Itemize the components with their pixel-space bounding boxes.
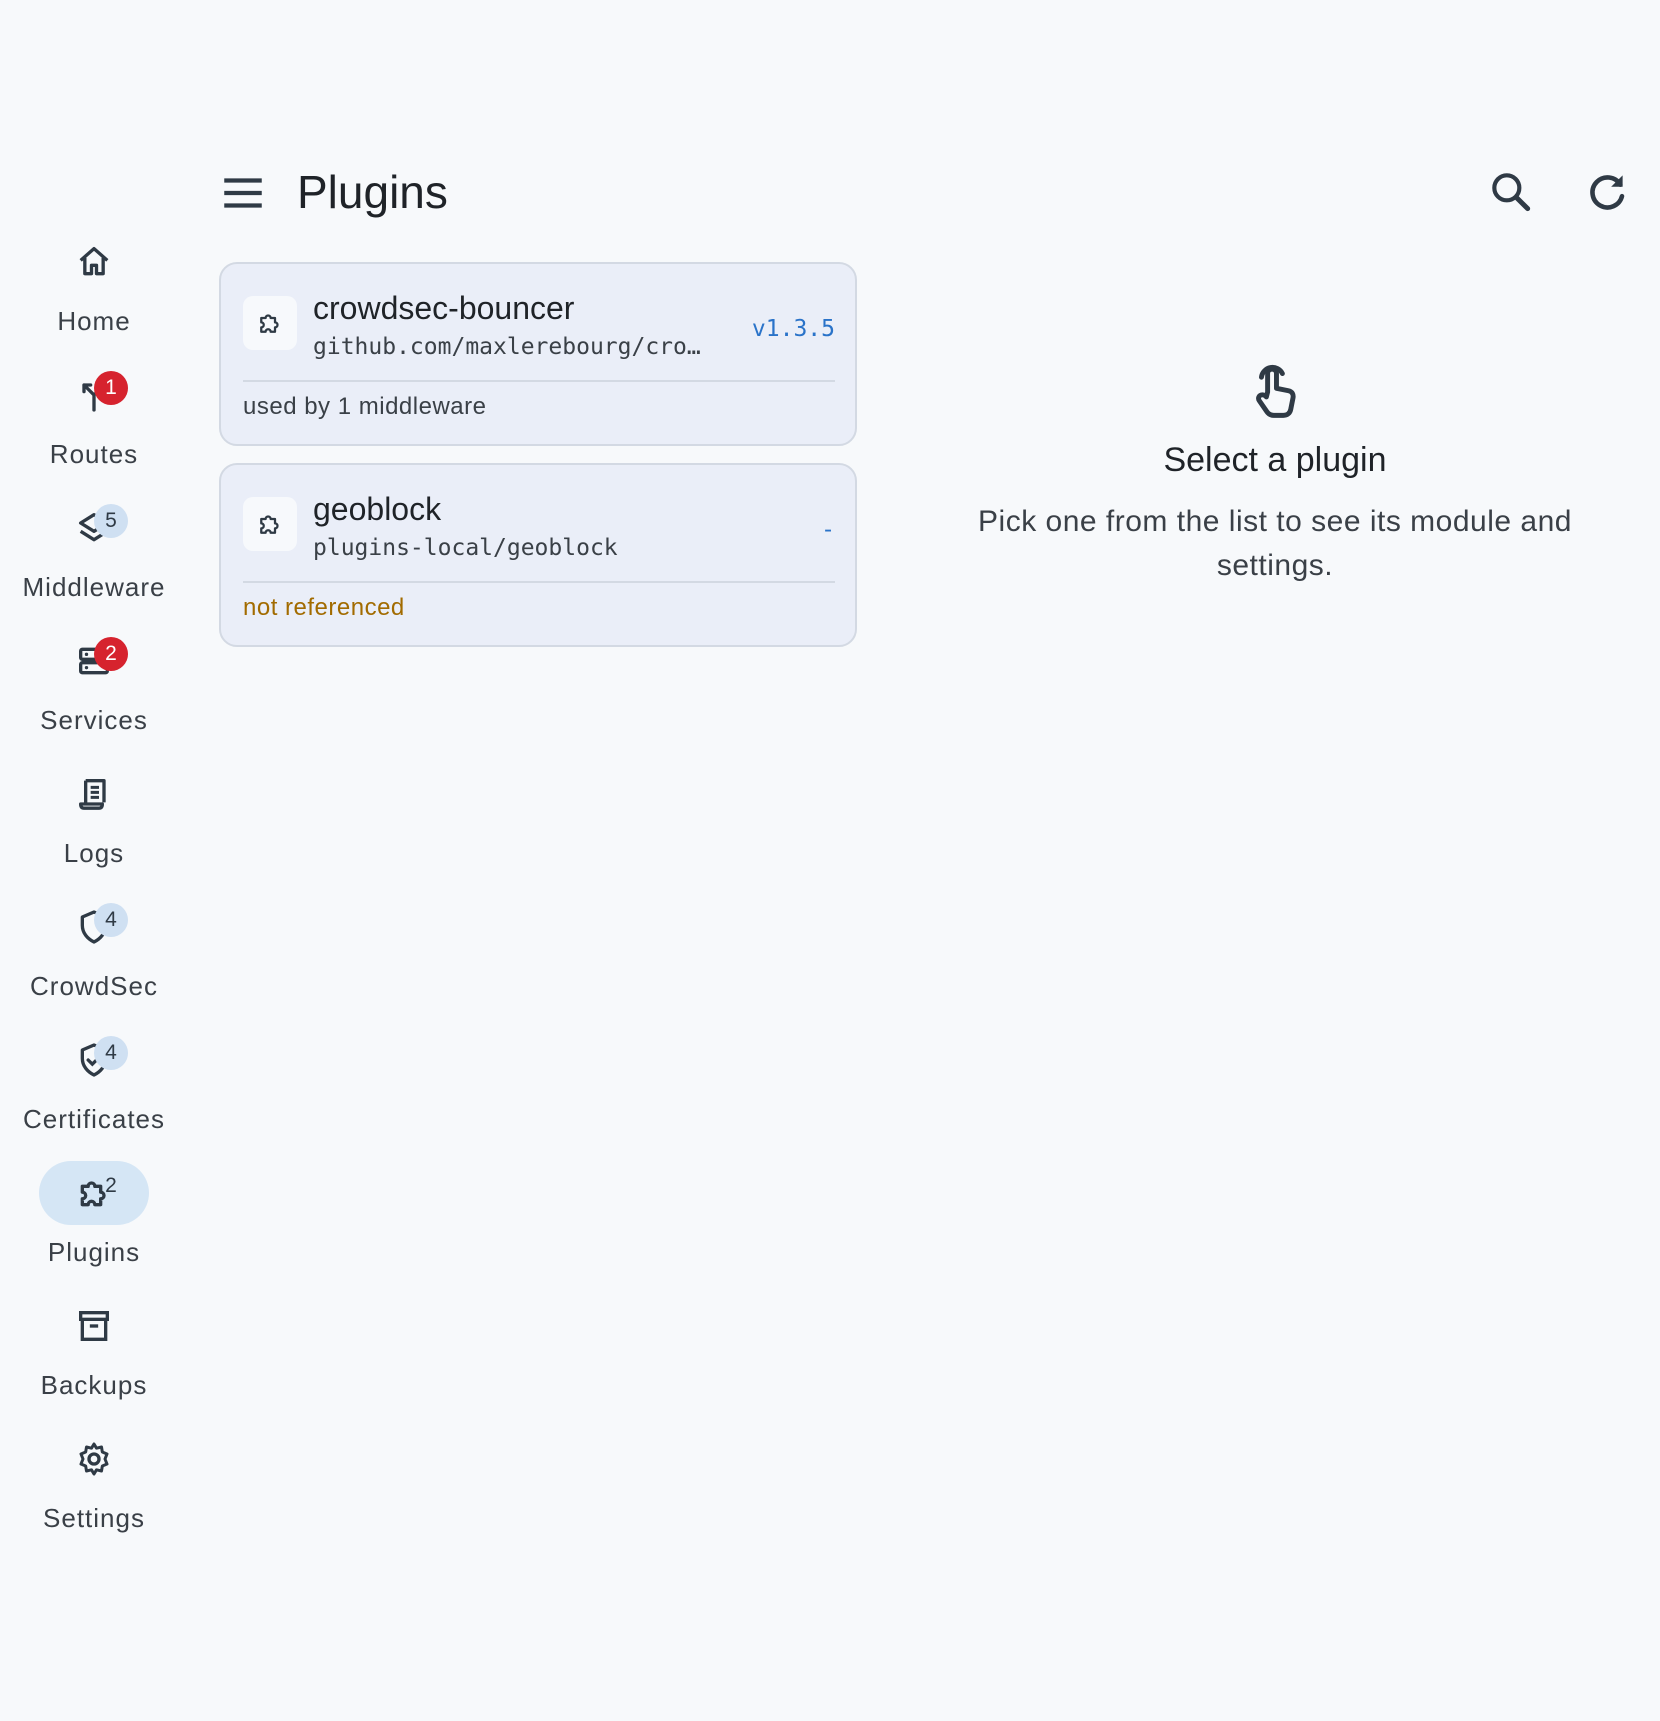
plugin-card-geoblock[interactable]: geoblock plugins-local/geoblock - not re… (219, 463, 857, 647)
nav-label: Home (57, 306, 131, 336)
refresh-button[interactable] (1582, 167, 1632, 217)
crowdsec-badge: 4 (94, 903, 128, 937)
nav-label: Backups (40, 1370, 148, 1400)
nav-label: Settings (43, 1503, 145, 1533)
refresh-icon (1590, 175, 1625, 210)
plugin-usage: not referenced (243, 594, 405, 621)
puzzle-icon (243, 296, 297, 350)
services-badge: 2 (94, 637, 128, 671)
routes-badge: 1 (94, 371, 128, 405)
logs-icon (74, 774, 114, 814)
menu-icon (224, 178, 262, 208)
plugin-card-crowdsec-bouncer[interactable]: crowdsec-bouncer github.com/maxlerebourg… (219, 262, 857, 446)
nav-item-routes[interactable]: 1 Routes (0, 363, 188, 483)
nav-item-home[interactable]: Home (0, 230, 188, 350)
puzzle-icon (243, 497, 297, 551)
gear-icon (74, 1439, 114, 1479)
nav-item-services[interactable]: 2 Services (0, 629, 188, 749)
search-button[interactable] (1486, 167, 1536, 217)
empty-state-title: Select a plugin (1163, 441, 1387, 479)
plugin-name: geoblock (313, 491, 442, 527)
empty-state-text: Pick one from the list to see its module… (978, 505, 1572, 582)
middleware-badge: 5 (94, 504, 128, 538)
certificates-badge: 4 (94, 1036, 128, 1070)
nav-item-logs[interactable]: Logs (0, 762, 188, 882)
plugins-badge: 2 (105, 1174, 117, 1197)
nav-item-crowdsec[interactable]: 4 CrowdSec (0, 895, 188, 1015)
card-divider (243, 581, 835, 583)
archive-icon (74, 1306, 114, 1346)
menu-button[interactable] (218, 168, 268, 218)
empty-state: Select a plugin Pick one from the list t… (940, 360, 1610, 588)
nav-label: Routes (49, 439, 139, 469)
nav-label: Middleware (22, 572, 166, 602)
card-divider (243, 380, 835, 382)
nav-item-backups[interactable]: Backups (0, 1294, 188, 1414)
plugin-name: crowdsec-bouncer (313, 290, 575, 326)
plugin-version: - (821, 517, 835, 543)
search-icon (1492, 173, 1531, 212)
nav-label: Plugins (47, 1237, 141, 1267)
plugin-usage: used by 1 middleware (243, 393, 487, 420)
nav-label: Logs (63, 838, 125, 868)
nav-item-plugins[interactable]: 2 Plugins (0, 1161, 188, 1281)
pointer-icon (1256, 364, 1296, 418)
nav-label: Services (40, 705, 148, 735)
plugin-version: v1.3.5 (751, 316, 835, 342)
page-title: Plugins (297, 166, 448, 218)
nav-item-certificates[interactable]: 4 Certificates (0, 1028, 188, 1148)
nav-item-middleware[interactable]: 5 Middleware (0, 496, 188, 616)
nav-label: CrowdSec (30, 971, 158, 1001)
home-icon (74, 242, 114, 282)
nav-item-settings[interactable]: Settings (0, 1427, 188, 1547)
plugin-module: plugins-local/geoblock (313, 535, 618, 561)
plugin-module: github.com/maxlerebourg/cro… (313, 334, 701, 360)
nav-label: Certificates (22, 1104, 166, 1134)
